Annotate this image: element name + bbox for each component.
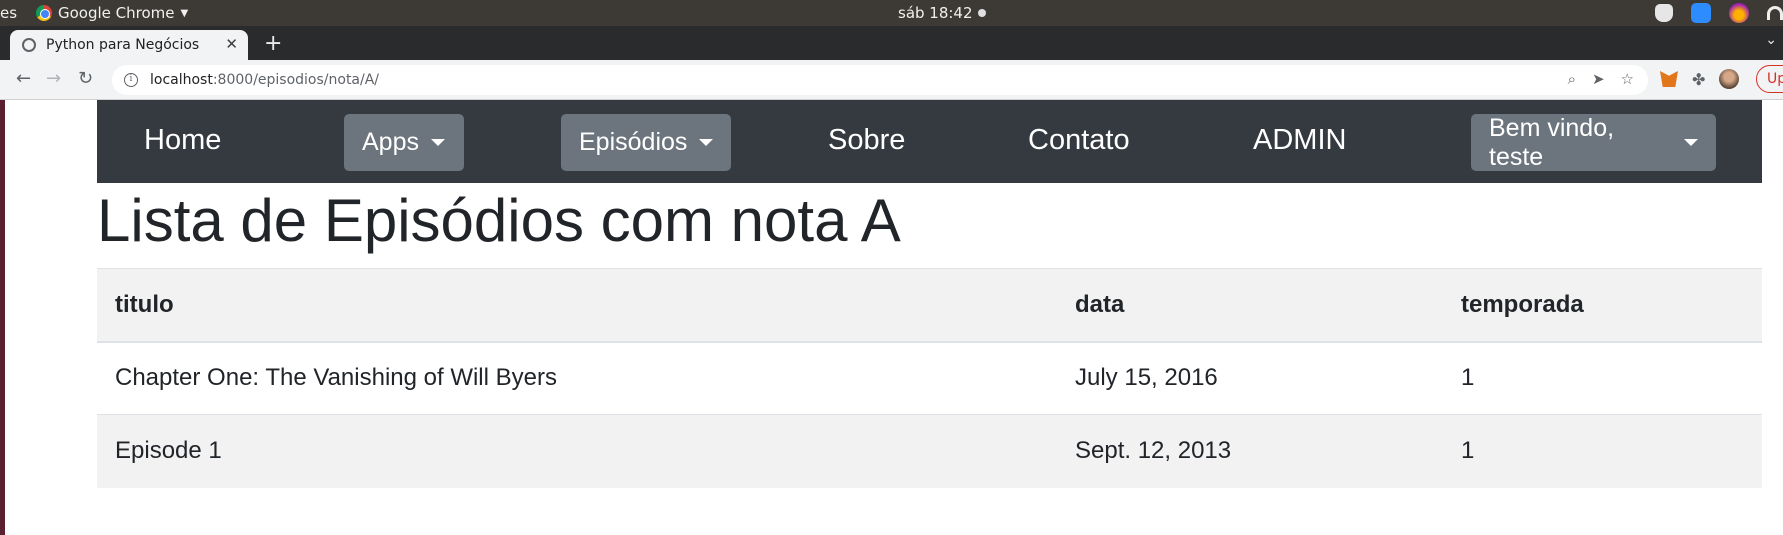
cell-temporada: 1 xyxy=(1443,341,1762,415)
activities-label[interactable]: es xyxy=(0,4,17,22)
update-button[interactable]: Up xyxy=(1756,65,1783,93)
wifi-icon[interactable] xyxy=(1767,6,1783,20)
nav-home-link[interactable]: Home xyxy=(144,124,221,157)
user-menu-dropdown[interactable]: Bem vindo, teste xyxy=(1471,114,1716,171)
cell-titulo: Episode 1 xyxy=(97,414,1057,488)
firefox-icon[interactable] xyxy=(1729,3,1749,23)
notification-dot-icon xyxy=(977,9,986,17)
browser-toolbar: ← → ↻ i localhost :8000/episodios/nota/A… xyxy=(0,60,1783,100)
forward-arrow-icon[interactable]: → xyxy=(46,68,61,89)
header-data: data xyxy=(1057,268,1443,343)
send-icon[interactable]: ➤ xyxy=(1592,70,1605,88)
user-menu-label: Bem vindo, teste xyxy=(1489,113,1615,171)
cell-data: July 15, 2016 xyxy=(1057,341,1443,415)
profile-avatar[interactable] xyxy=(1719,69,1740,89)
nav-admin-link[interactable]: ADMIN xyxy=(1253,124,1346,157)
zoom-magnifier-icon[interactable]: ⌕ xyxy=(1568,70,1576,88)
tab-strip: Python para Negócios ✕ + ⌄ xyxy=(0,26,1783,60)
episodes-table: titulo data temporada Chapter One: The V… xyxy=(97,268,1762,488)
metamask-fox-icon[interactable] xyxy=(1660,71,1678,87)
tray-app-icon[interactable] xyxy=(1655,4,1673,22)
reload-icon[interactable]: ↻ xyxy=(78,68,93,89)
desktop-edge xyxy=(0,100,5,535)
system-tray xyxy=(1655,3,1783,23)
bookmark-star-icon[interactable]: ☆ xyxy=(1621,70,1634,88)
os-top-bar: es Google Chrome ▼ sáb 18:42 xyxy=(0,0,1783,26)
new-tab-icon[interactable]: + xyxy=(264,31,282,56)
nav-sobre-link[interactable]: Sobre xyxy=(828,124,905,157)
nav-apps-dropdown[interactable]: Apps xyxy=(344,114,464,171)
site-navbar: Home Apps Episódios Sobre Contato ADMIN … xyxy=(97,100,1762,183)
app-name: Google Chrome xyxy=(58,4,175,22)
cell-titulo: Chapter One: The Vanishing of Will Byers xyxy=(97,341,1057,415)
site-info-icon[interactable]: i xyxy=(124,73,138,87)
table-row: Chapter One: The Vanishing of Will Byers… xyxy=(97,341,1762,415)
omnibox-actions: ⌕ ➤ ☆ xyxy=(1568,70,1634,88)
zoom-icon[interactable] xyxy=(1691,3,1711,23)
back-arrow-icon[interactable]: ← xyxy=(16,68,31,89)
address-bar[interactable]: i localhost :8000/episodios/nota/A/ ⌕ ➤ … xyxy=(112,65,1648,95)
app-menu-caret-icon: ▼ xyxy=(180,7,189,19)
caret-down-icon xyxy=(699,139,714,146)
cell-data: Sept. 12, 2013 xyxy=(1057,414,1443,488)
header-temporada: temporada xyxy=(1443,268,1762,343)
tab-search-chevron-icon[interactable]: ⌄ xyxy=(1765,32,1777,48)
cell-temporada: 1 xyxy=(1443,414,1762,488)
browser-tab[interactable]: Python para Negócios ✕ xyxy=(10,30,248,60)
app-menu[interactable]: Google Chrome ▼ xyxy=(36,4,188,22)
nav-contato-link[interactable]: Contato xyxy=(1028,124,1130,157)
table-row: Episode 1 Sept. 12, 2013 1 xyxy=(97,414,1762,488)
extensions-puzzle-icon[interactable]: ✤ xyxy=(1692,70,1705,89)
tab-title: Python para Negócios xyxy=(46,37,200,53)
globe-icon xyxy=(22,38,36,52)
page-title: Lista de Episódios com nota A xyxy=(97,187,901,254)
close-tab-icon[interactable]: ✕ xyxy=(225,35,238,53)
url-path: :8000/episodios/nota/A/ xyxy=(212,72,380,88)
nav-apps-label: Apps xyxy=(362,128,419,156)
clock-text: sáb 18:42 xyxy=(898,4,973,22)
nav-episodios-dropdown[interactable]: Episódios xyxy=(561,114,731,171)
url-host: localhost xyxy=(150,72,213,88)
header-titulo: titulo xyxy=(97,268,1057,343)
caret-down-icon xyxy=(1684,139,1698,146)
nav-episodios-label: Episódios xyxy=(579,128,688,156)
table-header-row: titulo data temporada xyxy=(97,268,1762,343)
os-clock[interactable]: sáb 18:42 xyxy=(898,4,986,22)
chrome-logo-icon xyxy=(36,5,52,21)
caret-down-icon xyxy=(430,139,445,146)
extensions-area: ✤ xyxy=(1660,69,1740,89)
